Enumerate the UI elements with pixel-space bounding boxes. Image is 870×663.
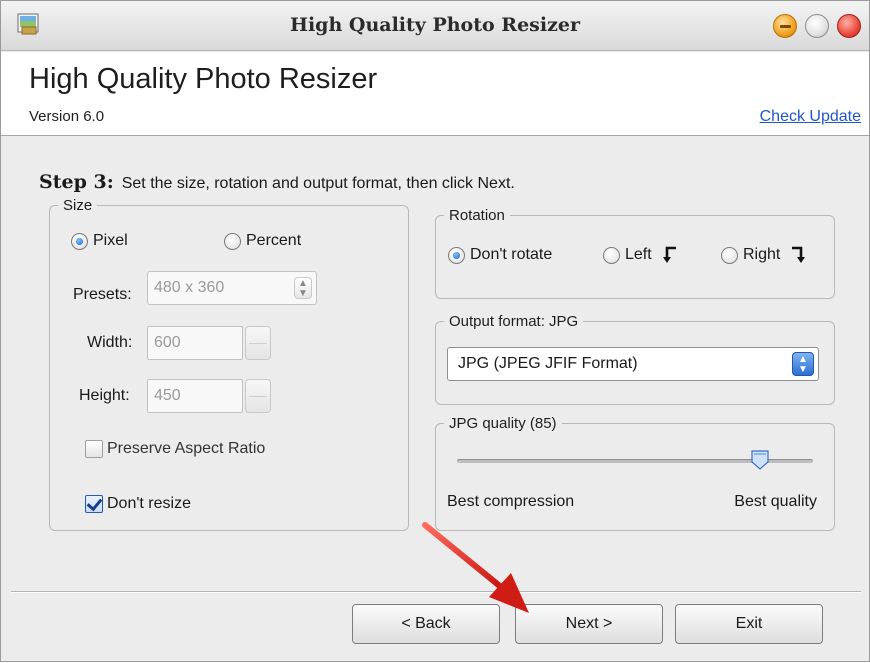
percent-radio-label: Percent xyxy=(246,232,302,249)
dont-resize-checkbox[interactable]: Don't resize xyxy=(85,495,191,513)
width-label: Width: xyxy=(87,334,133,351)
quality-slider-thumb[interactable] xyxy=(750,450,769,470)
width-input[interactable]: 600 xyxy=(147,326,243,360)
width-spinner[interactable] xyxy=(245,326,271,360)
version-label: Version 6.0 xyxy=(29,108,105,125)
step-instruction: Step 3: Set the size, rotation and output… xyxy=(39,171,515,193)
dont-resize-label: Don't resize xyxy=(107,495,191,512)
rotate-right-icon xyxy=(792,246,806,263)
rotate-right-label: Right xyxy=(743,246,781,263)
step-text: Set the size, rotation and output format… xyxy=(121,175,515,192)
best-quality-label: Best quality xyxy=(734,493,817,510)
quality-group: JPG quality (85) xyxy=(435,415,835,531)
output-format-select[interactable]: JPG (JPEG JFIF Format) ▲ ▼ xyxy=(447,347,819,381)
presets-label: Presets: xyxy=(73,286,132,303)
dont-rotate-label: Don't rotate xyxy=(470,246,553,263)
bottom-separator xyxy=(11,591,861,593)
checkbox-unchecked-icon xyxy=(85,440,103,458)
updown-arrows-icon: ▲ ▼ xyxy=(294,277,312,299)
title-bar: High Quality Photo Resizer xyxy=(1,1,869,51)
preserve-aspect-label: Preserve Aspect Ratio xyxy=(107,440,266,457)
rotate-left-radio[interactable]: Left xyxy=(603,246,678,264)
height-label: Height: xyxy=(79,387,130,404)
radio-unchecked-icon xyxy=(224,232,241,250)
radio-checked-icon xyxy=(71,232,88,250)
quality-legend: JPG quality (85) xyxy=(449,415,557,432)
size-legend: Size xyxy=(63,197,93,214)
checkbox-checked-icon xyxy=(85,495,103,513)
presets-value: 480 x 360 xyxy=(154,279,225,296)
height-spinner[interactable] xyxy=(245,379,271,413)
rotate-right-radio[interactable]: Right xyxy=(721,246,806,264)
app-window: High Quality Photo Resizer High Quality … xyxy=(0,0,870,662)
check-update-link[interactable]: Check Update xyxy=(760,108,861,126)
minimize-icon xyxy=(780,25,791,28)
radio-unchecked-icon xyxy=(603,246,620,264)
step-label: Step 3: xyxy=(39,171,114,193)
app-heading: High Quality Photo Resizer xyxy=(29,63,378,95)
exit-button[interactable]: Exit xyxy=(675,604,823,644)
rotate-left-label: Left xyxy=(625,246,652,263)
dont-rotate-radio[interactable]: Don't rotate xyxy=(448,246,552,264)
next-button[interactable]: Next > xyxy=(515,604,663,644)
dropdown-arrows-icon: ▲ ▼ xyxy=(792,352,814,376)
height-input[interactable]: 450 xyxy=(147,379,243,413)
header-panel: High Quality Photo Resizer Version 6.0 C… xyxy=(1,52,869,136)
preserve-aspect-checkbox[interactable]: Preserve Aspect Ratio xyxy=(85,440,265,458)
radio-checked-icon xyxy=(448,246,465,264)
radio-unchecked-icon xyxy=(721,246,738,264)
close-button[interactable] xyxy=(837,14,861,38)
best-compression-label: Best compression xyxy=(447,493,575,510)
maximize-button[interactable] xyxy=(805,14,829,38)
rotate-left-icon xyxy=(662,246,676,263)
percent-radio[interactable]: Percent xyxy=(224,232,301,250)
rotation-legend: Rotation xyxy=(449,207,505,224)
minimize-button[interactable] xyxy=(773,14,797,38)
presets-select[interactable]: 480 x 360 ▲ ▼ xyxy=(147,271,317,305)
pixel-radio[interactable]: Pixel xyxy=(71,232,128,250)
back-button[interactable]: < Back xyxy=(352,604,500,644)
output-format-value: JPG (JPEG JFIF Format) xyxy=(458,355,638,372)
output-format-legend: Output format: JPG xyxy=(449,313,579,330)
window-title: High Quality Photo Resizer xyxy=(290,14,580,36)
pixel-radio-label: Pixel xyxy=(93,232,128,249)
